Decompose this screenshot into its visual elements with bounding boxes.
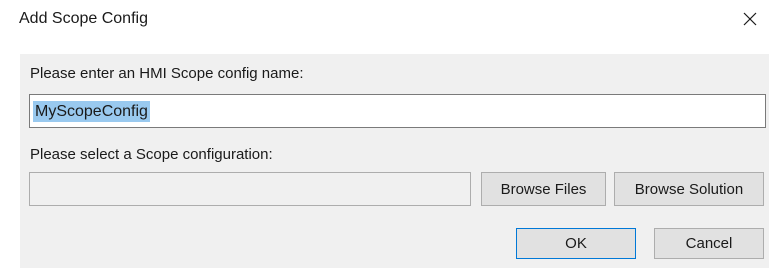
dialog-content: Please enter an HMI Scope config name: M… <box>20 54 769 268</box>
config-name-value: MyScopeConfig <box>33 101 150 122</box>
dialog-title: Add Scope Config <box>19 10 148 27</box>
close-button[interactable] <box>727 0 773 38</box>
scope-config-label: Please select a Scope configuration: <box>30 146 273 163</box>
config-name-label: Please enter an HMI Scope config name: <box>30 65 304 82</box>
title-bar: Add Scope Config <box>0 0 773 40</box>
browse-solution-button[interactable]: Browse Solution <box>614 172 764 206</box>
cancel-button[interactable]: Cancel <box>654 228 764 259</box>
add-scope-config-dialog: Add Scope Config Please enter an HMI Sco… <box>0 0 773 268</box>
browse-files-button[interactable]: Browse Files <box>481 172 606 206</box>
scope-config-path-input[interactable] <box>29 172 471 206</box>
config-name-input[interactable]: MyScopeConfig <box>29 94 766 128</box>
ok-button[interactable]: OK <box>516 228 636 259</box>
close-icon <box>743 12 757 26</box>
